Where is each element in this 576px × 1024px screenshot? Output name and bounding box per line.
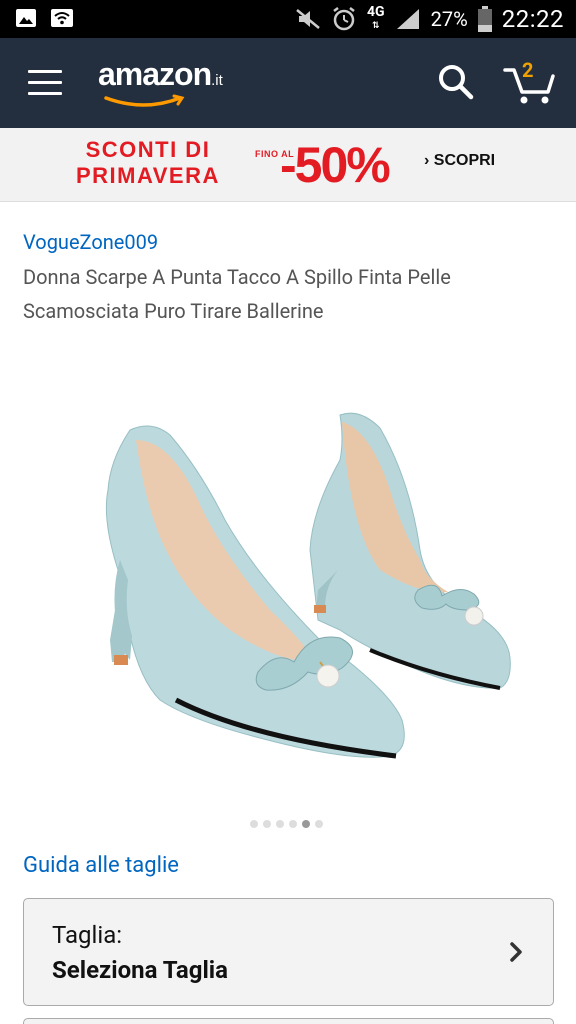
size-select-value: Seleziona Taglia (52, 956, 229, 984)
gallery-icon (16, 9, 36, 27)
promo-title: SCONTI DI PRIMAVERA (76, 137, 220, 188)
network-type: 4G ⇅ (367, 4, 385, 31)
size-select[interactable]: Taglia: Seleziona Taglia (23, 898, 554, 1006)
status-bar: 4G ⇅ 27% 22:22 (0, 0, 576, 38)
size-select-label: Taglia: (52, 921, 123, 949)
chevron-right-icon (510, 942, 522, 962)
status-bar-system: 4G ⇅ 27% 22:22 (295, 0, 564, 38)
status-bar-notifications (14, 6, 74, 30)
image-carousel-dots (250, 820, 323, 828)
carousel-dot[interactable] (302, 820, 310, 828)
app-header: amazon.it 2 (0, 38, 576, 128)
product-image[interactable] (80, 400, 530, 790)
signal-icon (396, 9, 419, 29)
product-title: Donna Scarpe A Punta Tacco A Spillo Fint… (23, 265, 451, 323)
mute-icon (296, 9, 320, 29)
battery-percent: 27% (430, 7, 468, 31)
size-guide-link[interactable]: Guida alle taglie (23, 853, 179, 878)
carousel-dot[interactable] (263, 820, 271, 828)
search-icon[interactable] (436, 62, 476, 102)
promo-banner[interactable]: SCONTI DI PRIMAVERA FINO AL -50% › SCOPRI (0, 128, 576, 202)
carousel-dot[interactable] (289, 820, 297, 828)
amazon-smile-icon (104, 94, 185, 107)
brand-link[interactable]: VogueZone009 (23, 230, 158, 254)
amazon-logo[interactable]: amazon.it (98, 56, 238, 107)
alarm-icon (333, 7, 355, 31)
hamburger-menu-icon[interactable] (28, 70, 62, 96)
next-option-select[interactable] (23, 1018, 554, 1024)
carousel-dot[interactable] (276, 820, 284, 828)
promo-scopri-link[interactable]: › SCOPRI (424, 152, 495, 170)
carousel-dot[interactable] (250, 820, 258, 828)
wifi-notification-icon (51, 9, 73, 27)
cart-count-badge: 2 (522, 58, 534, 82)
promo-discount: -50% (280, 137, 391, 193)
clock: 22:22 (501, 5, 564, 33)
carousel-dot[interactable] (315, 820, 323, 828)
battery-icon (477, 6, 492, 32)
